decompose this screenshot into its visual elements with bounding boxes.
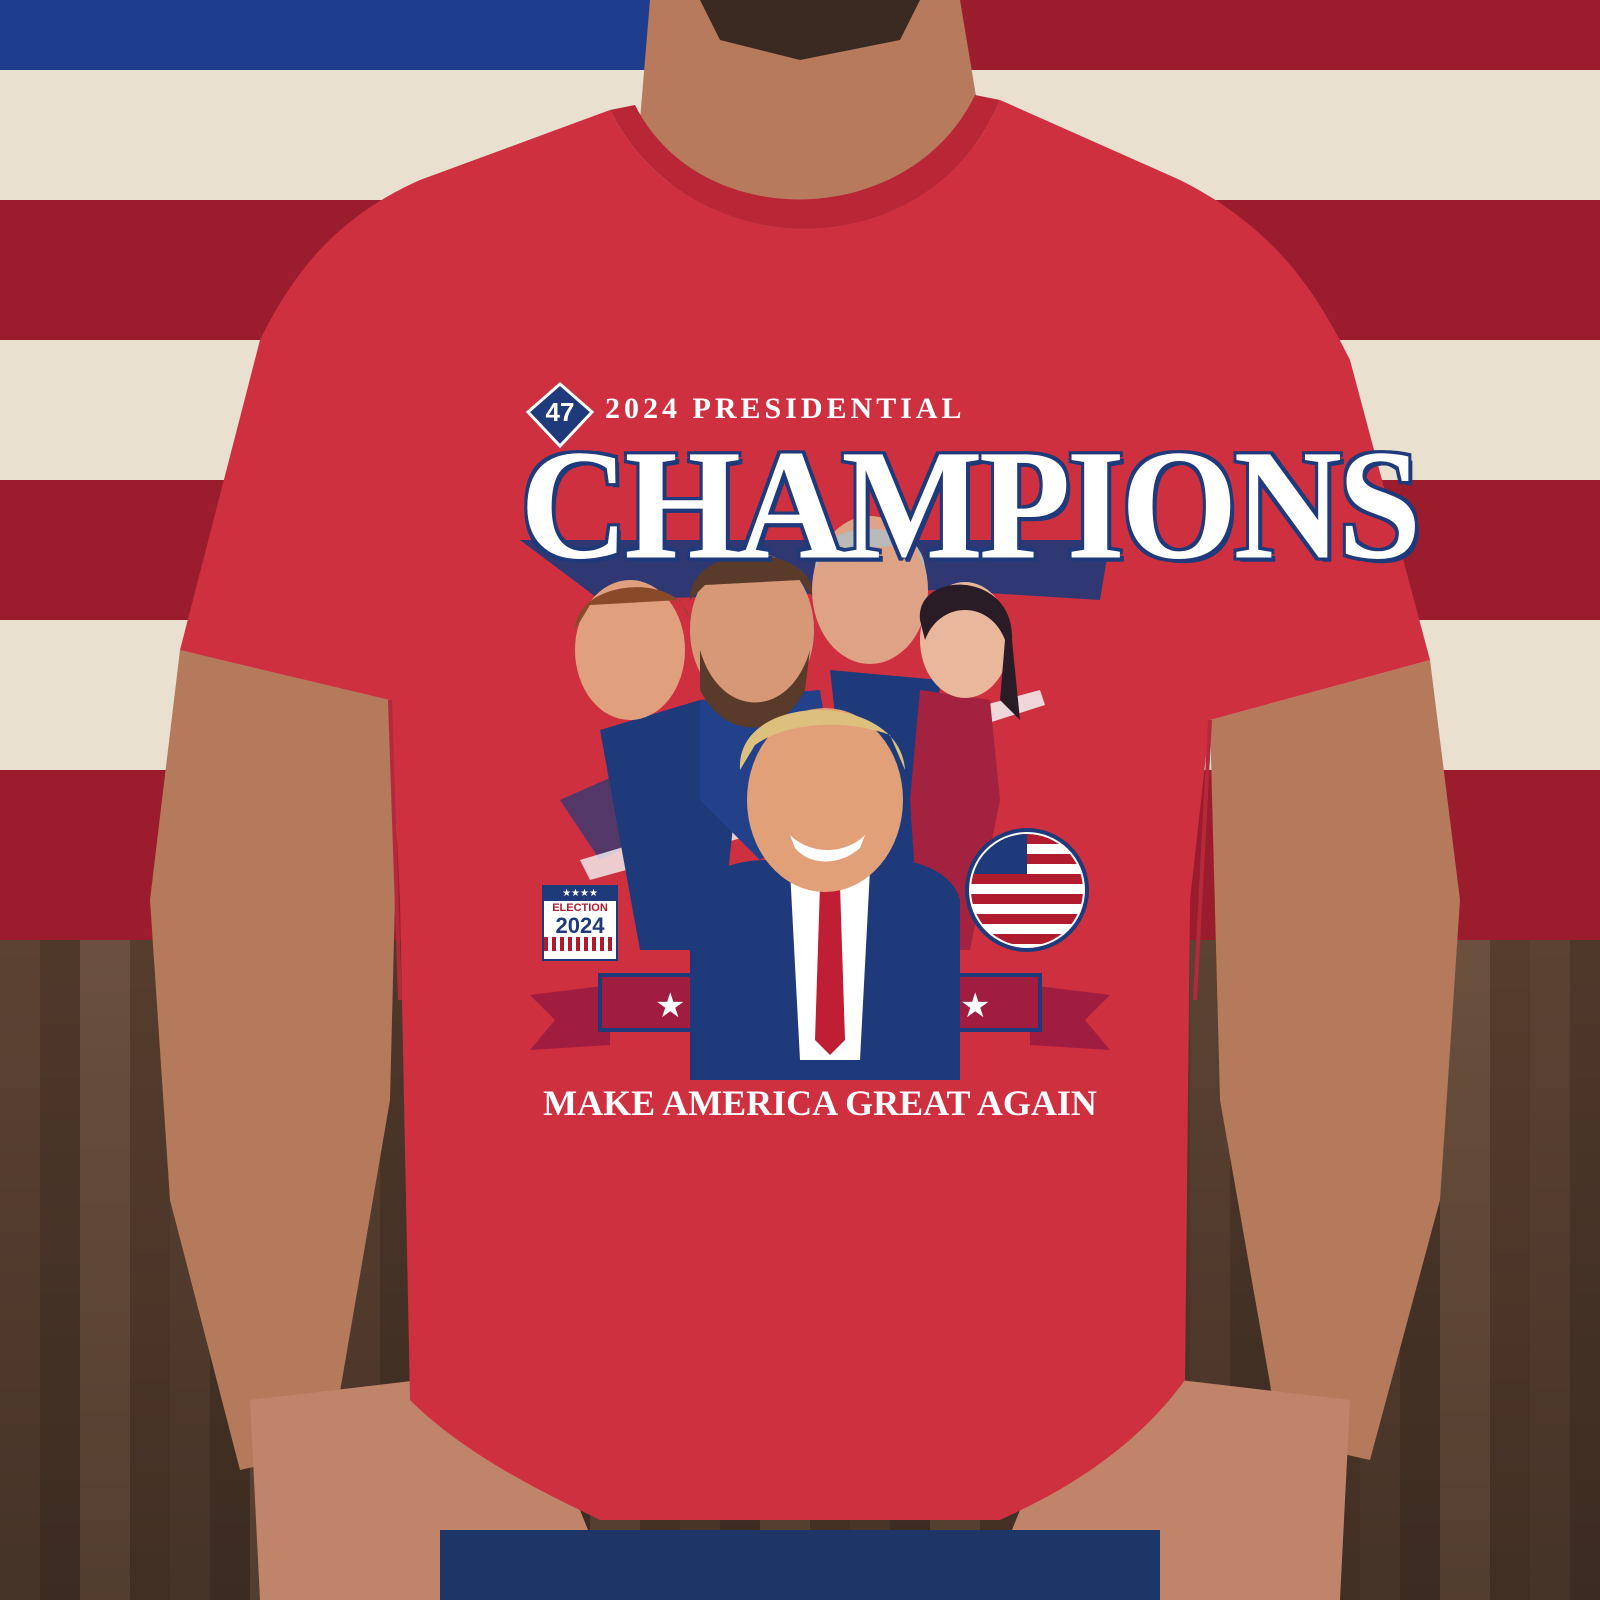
- election-badge-stars: ★★★★: [544, 887, 616, 901]
- election-badge: ★★★★ ELECTION 2024: [542, 885, 618, 961]
- slogan: MAKE AMERICA GREAT AGAIN: [543, 1083, 1097, 1123]
- svg-text:★: ★: [960, 986, 990, 1026]
- photo-scene: ★ ★ 47 2024 PRESIDENTIAL CHAMPIONS ★★★★ …: [0, 0, 1600, 1600]
- election-badge-year: 2024: [555, 913, 605, 938]
- us-flag-circle: [965, 828, 1089, 952]
- right-arm: [1210, 660, 1460, 1460]
- left-arm: [150, 650, 400, 1470]
- svg-text:★: ★: [655, 986, 685, 1026]
- jeans: [440, 1530, 1160, 1600]
- front-figure-tie: [815, 885, 845, 1055]
- headline-large: CHAMPIONS: [520, 417, 1421, 593]
- person-in-tshirt: ★ ★: [150, 0, 1460, 1600]
